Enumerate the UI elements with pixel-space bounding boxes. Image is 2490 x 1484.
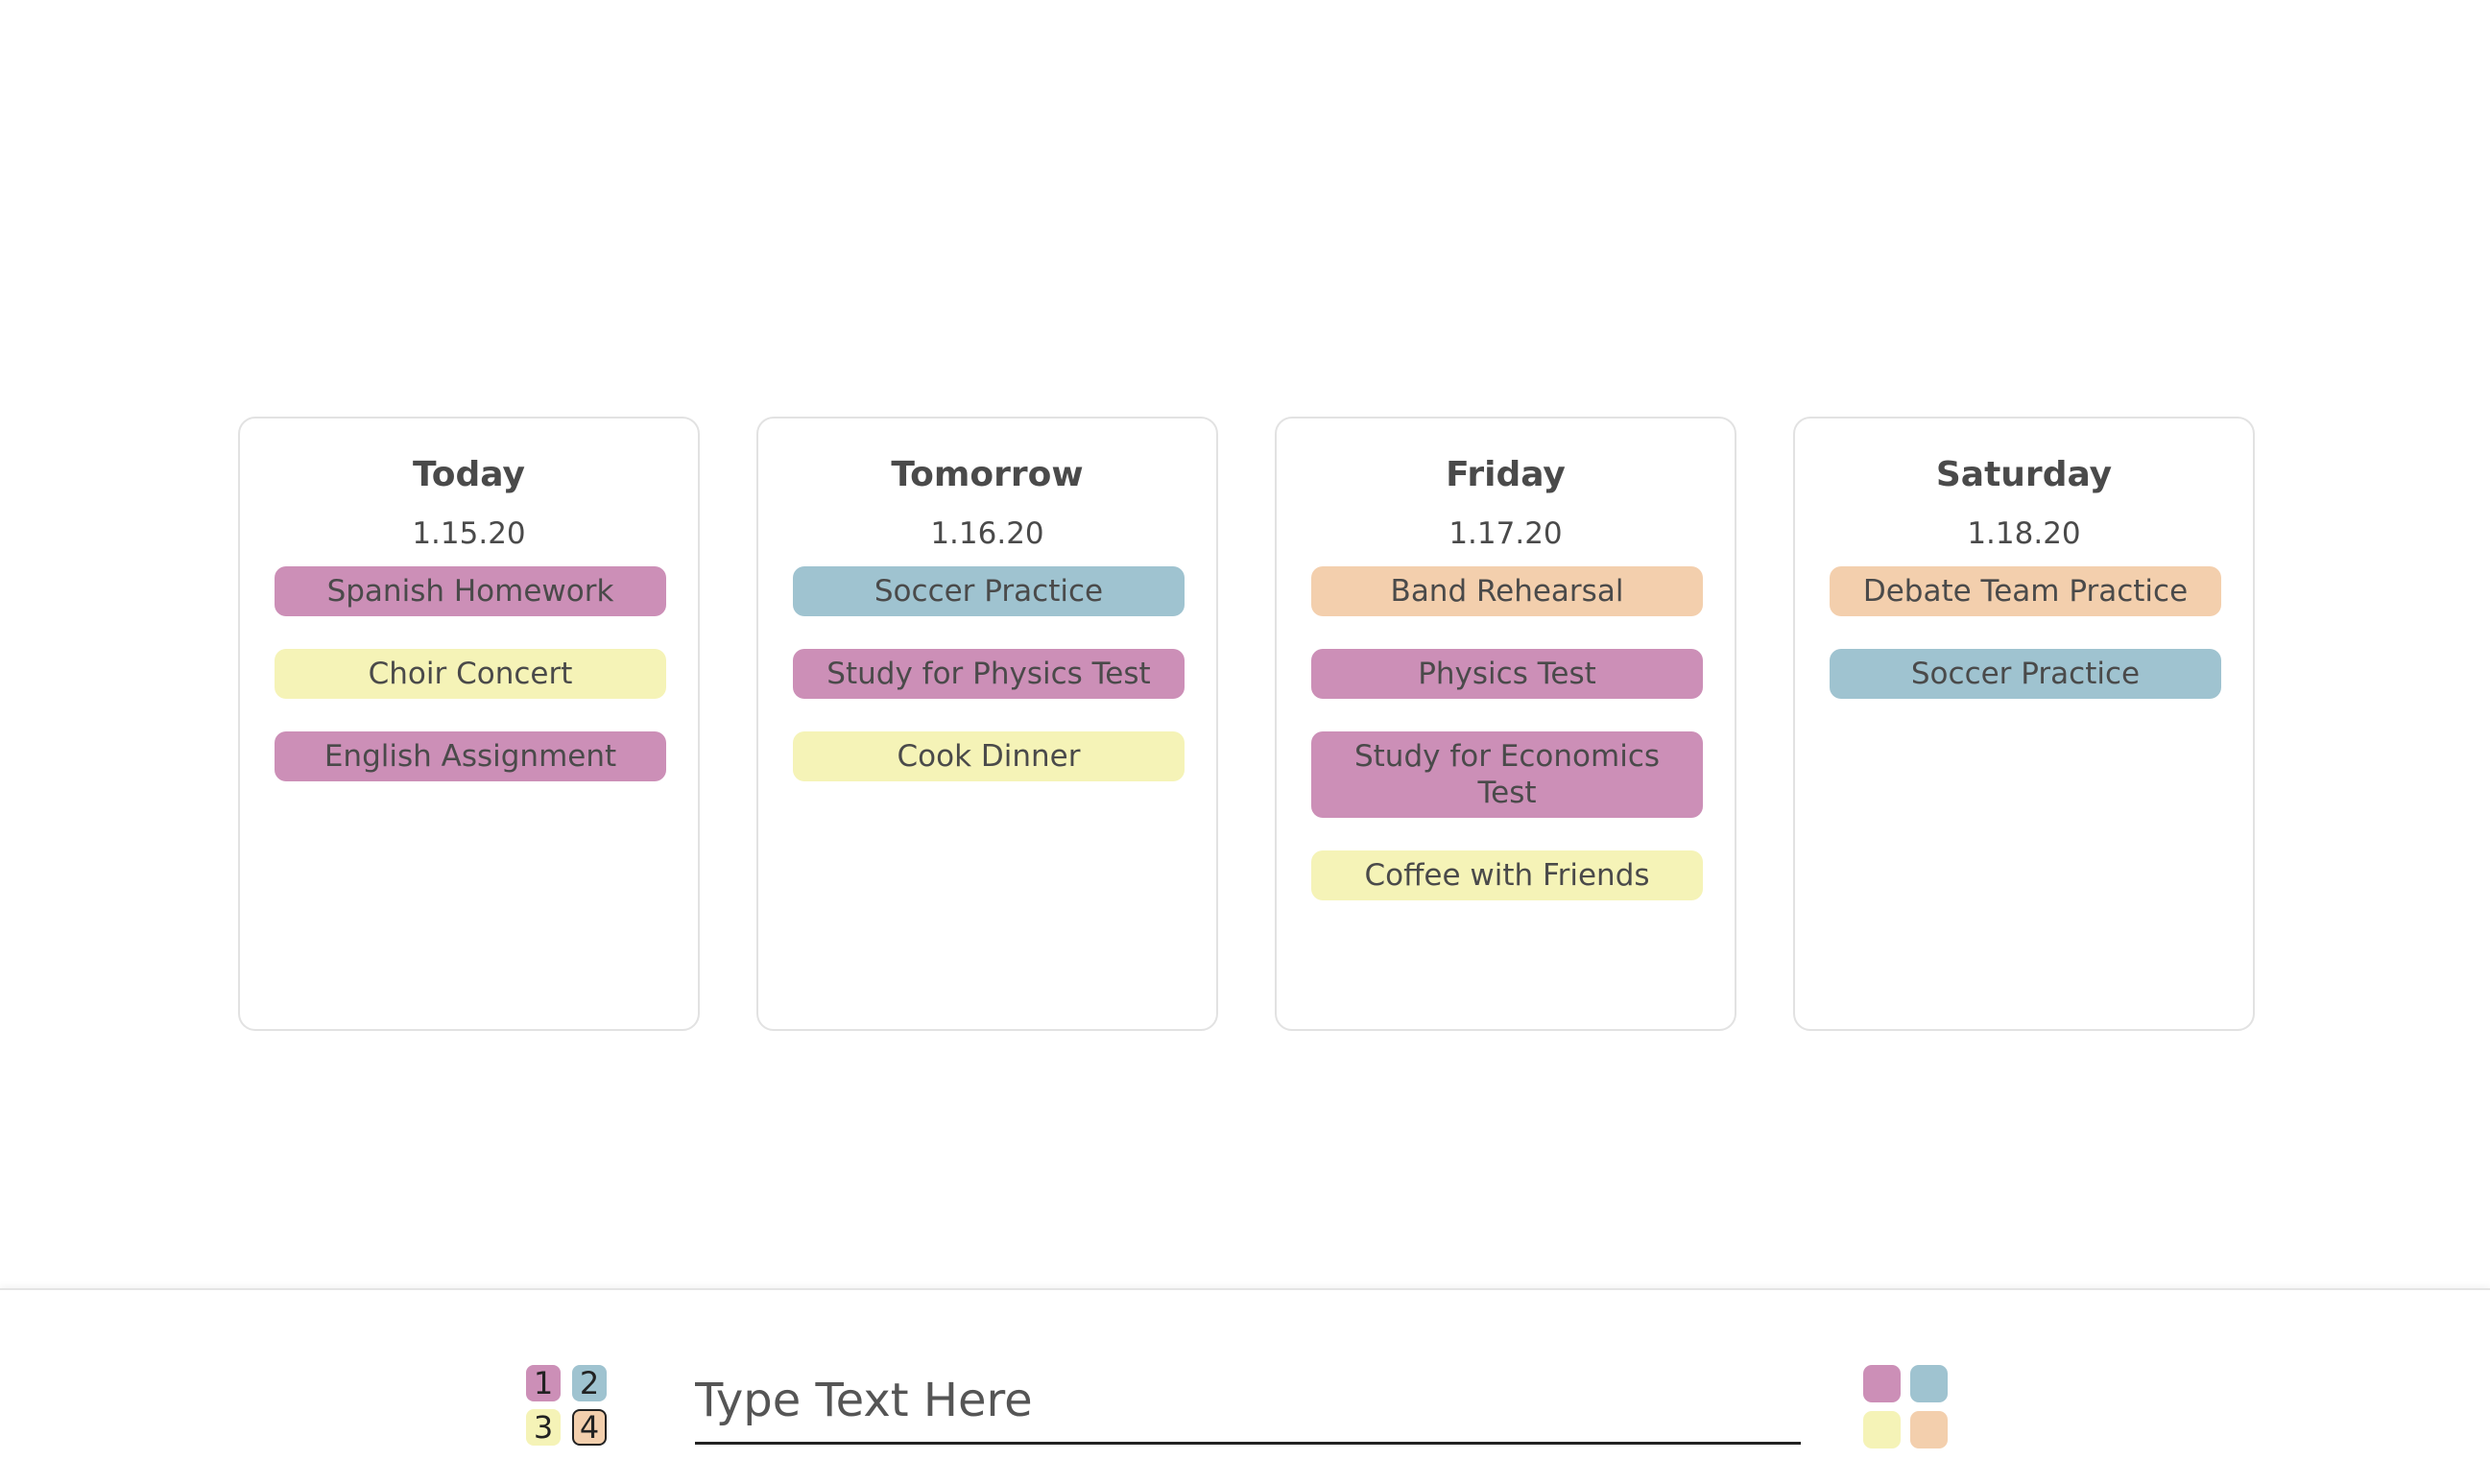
column-date: 1.18.20	[1967, 516, 2081, 551]
task-card[interactable]: Study for Economics Test	[1311, 731, 1703, 818]
task-card[interactable]: Debate Team Practice	[1830, 566, 2221, 616]
task-card[interactable]: Study for Physics Test	[793, 649, 1185, 699]
column-friday: Friday 1.17.20 Band Rehearsal Physics Te…	[1275, 417, 1736, 1031]
column-day-title: Saturday	[1935, 455, 2113, 494]
column-day-title: Friday	[1446, 455, 1566, 494]
column-saturday: Saturday 1.18.20 Debate Team Practice So…	[1793, 417, 2255, 1031]
color-swatch-2[interactable]	[1910, 1365, 1948, 1402]
column-day-title: Tomorrow	[891, 455, 1084, 494]
column-day-title: Today	[413, 455, 525, 494]
task-card[interactable]: Spanish Homework	[275, 566, 666, 616]
task-card[interactable]: Choir Concert	[275, 649, 666, 699]
color-swatch-3[interactable]	[1863, 1411, 1901, 1448]
task-card[interactable]: Soccer Practice	[1830, 649, 2221, 699]
task-card[interactable]: Soccer Practice	[793, 566, 1185, 616]
shortcut-key-2[interactable]: 2	[572, 1365, 607, 1401]
input-bar: 1 2 3 4	[0, 1288, 2490, 1484]
color-picker	[1863, 1365, 1948, 1449]
column-date: 1.16.20	[930, 516, 1044, 551]
shortcut-key-1[interactable]: 1	[526, 1365, 561, 1401]
shortcut-key-3[interactable]: 3	[526, 1409, 561, 1446]
column-tomorrow: Tomorrow 1.16.20 Soccer Practice Study f…	[756, 417, 1218, 1031]
task-card[interactable]: Cook Dinner	[793, 731, 1185, 781]
task-card[interactable]: English Assignment	[275, 731, 666, 781]
column-date: 1.15.20	[412, 516, 526, 551]
day-columns: Today 1.15.20 Spanish Homework Choir Con…	[238, 417, 2258, 1033]
column-today: Today 1.15.20 Spanish Homework Choir Con…	[238, 417, 700, 1031]
shortcut-key-4[interactable]: 4	[572, 1409, 607, 1446]
shortcut-key-grid: 1 2 3 4	[526, 1365, 609, 1448]
task-text-input[interactable]	[695, 1359, 1801, 1445]
column-date: 1.17.20	[1449, 516, 1563, 551]
color-swatch-4[interactable]	[1910, 1411, 1948, 1448]
task-card[interactable]: Physics Test	[1311, 649, 1703, 699]
task-card[interactable]: Band Rehearsal	[1311, 566, 1703, 616]
color-swatch-1[interactable]	[1863, 1365, 1901, 1402]
task-card[interactable]: Coffee with Friends	[1311, 850, 1703, 900]
